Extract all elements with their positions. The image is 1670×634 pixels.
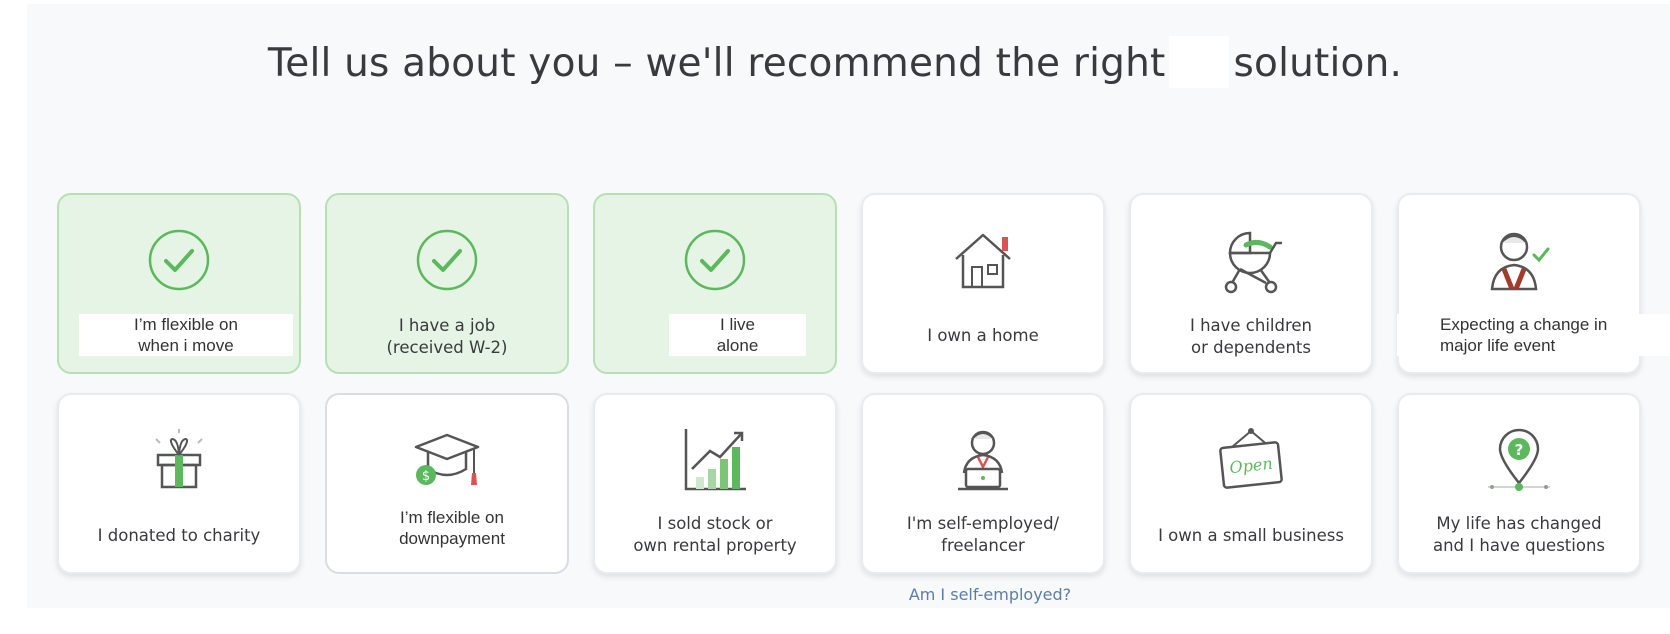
option-card-own-home[interactable]: I own a home xyxy=(861,193,1105,374)
check-circle-icon xyxy=(412,225,482,295)
option-card-have-job[interactable]: I have a job (received W-2) xyxy=(325,193,569,374)
option-label-children: I have children or dependents xyxy=(1189,316,1313,357)
stock-chart-icon xyxy=(680,425,750,495)
svg-text:$: $ xyxy=(422,469,430,484)
person-laptop-icon xyxy=(948,425,1018,495)
stroller-icon xyxy=(1216,225,1286,295)
house-icon xyxy=(948,225,1018,295)
option-label-flexible-move: I’m flexible on when i move xyxy=(79,314,293,356)
option-label-self-employed: I'm self-employed/ freelancer xyxy=(906,514,1060,555)
option-label-charity: I donated to charity xyxy=(97,526,261,545)
gift-icon xyxy=(144,425,214,495)
option-card-charity[interactable]: I donated to charity xyxy=(57,393,301,574)
svg-text:?: ? xyxy=(1515,441,1524,459)
open-sign-icon: Open xyxy=(1216,425,1286,495)
option-label-stock: I sold stock or own rental property xyxy=(633,514,797,555)
check-circle-icon xyxy=(144,225,214,295)
location-question-icon: ? xyxy=(1484,425,1554,495)
graduation-cap-dollar-icon: $ xyxy=(412,425,482,495)
check-circle-icon xyxy=(680,225,750,295)
option-label-downpayment: I’m flexible on downpayment xyxy=(345,507,559,549)
option-label-life-changed: My life has changed and I have questions xyxy=(1432,514,1605,555)
option-card-stock[interactable]: I sold stock or own rental property xyxy=(593,393,837,574)
headline-part1: Tell us about you – we'll recommend the … xyxy=(267,41,1166,86)
headline-part2: solution. xyxy=(1233,41,1403,86)
option-card-self-employed[interactable]: I'm self-employed/ freelancer xyxy=(861,393,1105,574)
option-label-have-job: I have a job (received W-2) xyxy=(386,316,508,357)
headline-redaction xyxy=(1169,36,1230,88)
option-card-children[interactable]: I have children or dependents xyxy=(1129,193,1373,374)
option-label-live-alone: I live alone xyxy=(669,314,806,356)
option-label-life-event: Expecting a change in major life event xyxy=(1397,314,1670,356)
option-label-small-business: I own a small business xyxy=(1158,526,1344,545)
option-card-life-changed[interactable]: ? My life has changed and I have questio… xyxy=(1397,393,1641,574)
person-check-icon xyxy=(1484,225,1554,295)
page-title: Tell us about you – we'll recommend the … xyxy=(0,36,1670,88)
option-card-small-business[interactable]: Open I own a small business xyxy=(1129,393,1373,574)
self-employed-help-link[interactable]: Am I self-employed? xyxy=(880,585,1100,604)
option-label-own-home: I own a home xyxy=(927,326,1039,345)
